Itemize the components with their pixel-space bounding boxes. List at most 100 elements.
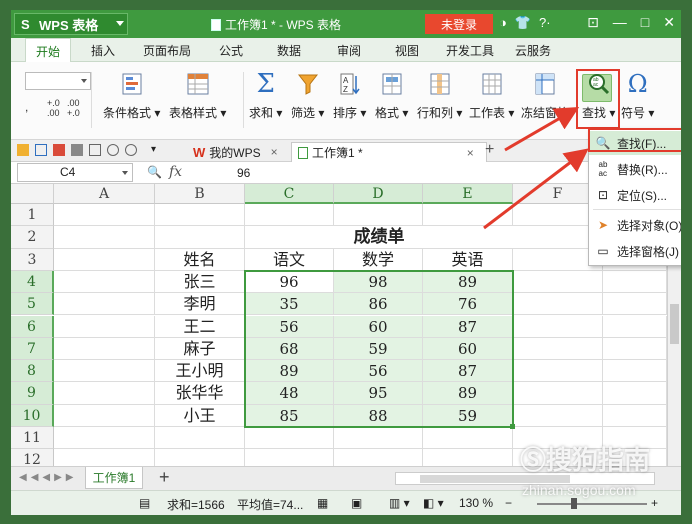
print-preview-icon[interactable] xyxy=(89,144,101,156)
close-icon[interactable]: × xyxy=(271,145,278,159)
cell[interactable] xyxy=(513,404,603,427)
conditional-format-button[interactable]: 条件格式 ▾ xyxy=(103,70,160,121)
score-cell[interactable]: 87 xyxy=(423,360,513,383)
tab-review[interactable]: 审阅 xyxy=(337,42,361,59)
cell[interactable] xyxy=(603,382,667,405)
cell[interactable] xyxy=(513,360,603,383)
score-cell[interactable]: 48 xyxy=(245,382,334,405)
increase-decimal-icon[interactable]: +.0.00 xyxy=(47,98,60,118)
menu-item-replace[interactable]: ab ac 替换(R)... xyxy=(589,157,681,181)
new-tab-icon[interactable]: + xyxy=(485,141,494,159)
cell[interactable] xyxy=(54,315,155,338)
page-break-icon[interactable]: ▥ ▾ xyxy=(389,496,410,510)
row-header[interactable]: 4 xyxy=(11,270,54,294)
cell[interactable] xyxy=(334,427,423,450)
help-icon[interactable]: ?· xyxy=(539,15,551,31)
format-button[interactable]: 格式 ▾ xyxy=(375,70,408,121)
cell[interactable] xyxy=(603,315,667,338)
cell[interactable] xyxy=(54,449,155,466)
normal-view-icon[interactable]: ▦ xyxy=(317,496,328,510)
cell[interactable] xyxy=(155,204,245,227)
tab-page-layout[interactable]: 页面布局 xyxy=(143,42,191,59)
row-header[interactable]: 7 xyxy=(11,337,54,361)
cell[interactable] xyxy=(54,427,155,450)
cell[interactable] xyxy=(155,449,245,466)
score-cell[interactable]: 89 xyxy=(245,360,334,383)
cell[interactable] xyxy=(513,270,603,294)
minimize-icon[interactable]: — xyxy=(613,14,627,31)
score-cell[interactable]: 85 xyxy=(245,404,334,427)
zoom-out-icon[interactable]: − xyxy=(505,496,512,510)
scroll-thumb[interactable] xyxy=(670,304,679,344)
name-cell[interactable]: 李明 xyxy=(155,293,245,316)
score-cell[interactable]: 89 xyxy=(423,382,513,405)
cell[interactable] xyxy=(155,427,245,450)
tab-my-wps[interactable]: W 我的WPS × xyxy=(187,142,284,162)
tab-developer[interactable]: 开发工具 xyxy=(446,42,494,59)
score-cell[interactable]: 95 xyxy=(334,382,423,405)
tab-formula[interactable]: 公式 xyxy=(219,42,243,59)
name-box[interactable]: C4 xyxy=(17,163,133,182)
symbol-button[interactable]: Ω 符号 ▾ xyxy=(621,70,654,121)
cell[interactable] xyxy=(54,404,155,427)
close-icon[interactable]: ✕ xyxy=(663,14,675,31)
name-cell[interactable]: 张华华 xyxy=(155,382,245,405)
customize-icon[interactable]: ▾ xyxy=(151,144,163,156)
formula-input[interactable]: 96 xyxy=(237,166,250,180)
comma-icon[interactable]: , xyxy=(25,100,28,114)
cell[interactable] xyxy=(245,449,334,466)
tab-workbook[interactable]: 工作簿1 * × xyxy=(291,142,487,162)
row-header[interactable]: 11 xyxy=(11,427,54,450)
cell[interactable] xyxy=(54,293,155,316)
font-size-combo[interactable] xyxy=(25,72,91,90)
row-header[interactable]: 12 xyxy=(11,449,54,466)
name-cell[interactable]: 麻子 xyxy=(155,337,245,361)
cell[interactable] xyxy=(54,204,155,227)
cell[interactable] xyxy=(513,337,603,361)
row-header[interactable]: 1 xyxy=(11,204,54,227)
row-col-button[interactable]: 行和列 ▾ xyxy=(417,70,462,121)
score-cell[interactable]: 59 xyxy=(334,337,423,361)
header-cell[interactable]: 英语 xyxy=(423,248,513,271)
cell[interactable] xyxy=(54,382,155,405)
column-header-a[interactable]: A xyxy=(54,184,155,204)
score-cell[interactable]: 89 xyxy=(423,270,513,294)
fill-handle[interactable] xyxy=(510,424,515,429)
header-cell[interactable]: 语文 xyxy=(245,248,334,271)
row-header[interactable]: 6 xyxy=(11,315,54,338)
name-cell[interactable]: 张三 xyxy=(155,270,245,294)
select-all-corner[interactable] xyxy=(11,184,54,204)
table-style-button[interactable]: 表格样式 ▾ xyxy=(169,70,226,121)
score-cell[interactable]: 68 xyxy=(245,337,334,361)
redo-icon[interactable] xyxy=(125,144,137,156)
cell[interactable] xyxy=(513,315,603,338)
menu-item-goto[interactable]: ⊡ 定位(S)... xyxy=(589,183,681,207)
add-sheet-icon[interactable]: + xyxy=(159,467,170,488)
zoom-icon[interactable]: 🔍 xyxy=(147,165,162,179)
cell[interactable] xyxy=(603,360,667,383)
score-cell[interactable]: 98 xyxy=(334,270,423,294)
cell[interactable] xyxy=(513,382,603,405)
cell[interactable] xyxy=(603,270,667,294)
cell[interactable] xyxy=(155,226,245,249)
restore-icon[interactable]: ⊡ xyxy=(587,14,599,31)
worksheet-button[interactable]: 工作表 ▾ xyxy=(469,70,514,121)
sum-button[interactable]: Σ 求和 ▾ xyxy=(249,69,282,121)
tab-home[interactable]: 开始 xyxy=(25,38,72,63)
skin-icon[interactable]: ◑ xyxy=(499,15,507,31)
score-cell[interactable]: 59 xyxy=(423,404,513,427)
zoom-in-icon[interactable]: + xyxy=(651,496,658,510)
tab-insert[interactable]: 插入 xyxy=(91,42,115,59)
cell[interactable] xyxy=(334,449,423,466)
open-icon[interactable] xyxy=(17,144,29,156)
cell[interactable] xyxy=(54,226,155,249)
cell[interactable] xyxy=(423,427,513,450)
maximize-icon[interactable]: □ xyxy=(641,14,649,31)
sheet-title-cell[interactable]: 成绩单 xyxy=(245,226,513,249)
row-header[interactable]: 9 xyxy=(11,382,54,405)
app-menu-button[interactable]: S WPS 表格 xyxy=(14,13,128,35)
zoom-slider[interactable] xyxy=(537,503,647,505)
column-header-c[interactable]: C xyxy=(245,184,334,204)
cell[interactable] xyxy=(423,204,513,227)
login-button[interactable]: 未登录 xyxy=(425,14,493,34)
